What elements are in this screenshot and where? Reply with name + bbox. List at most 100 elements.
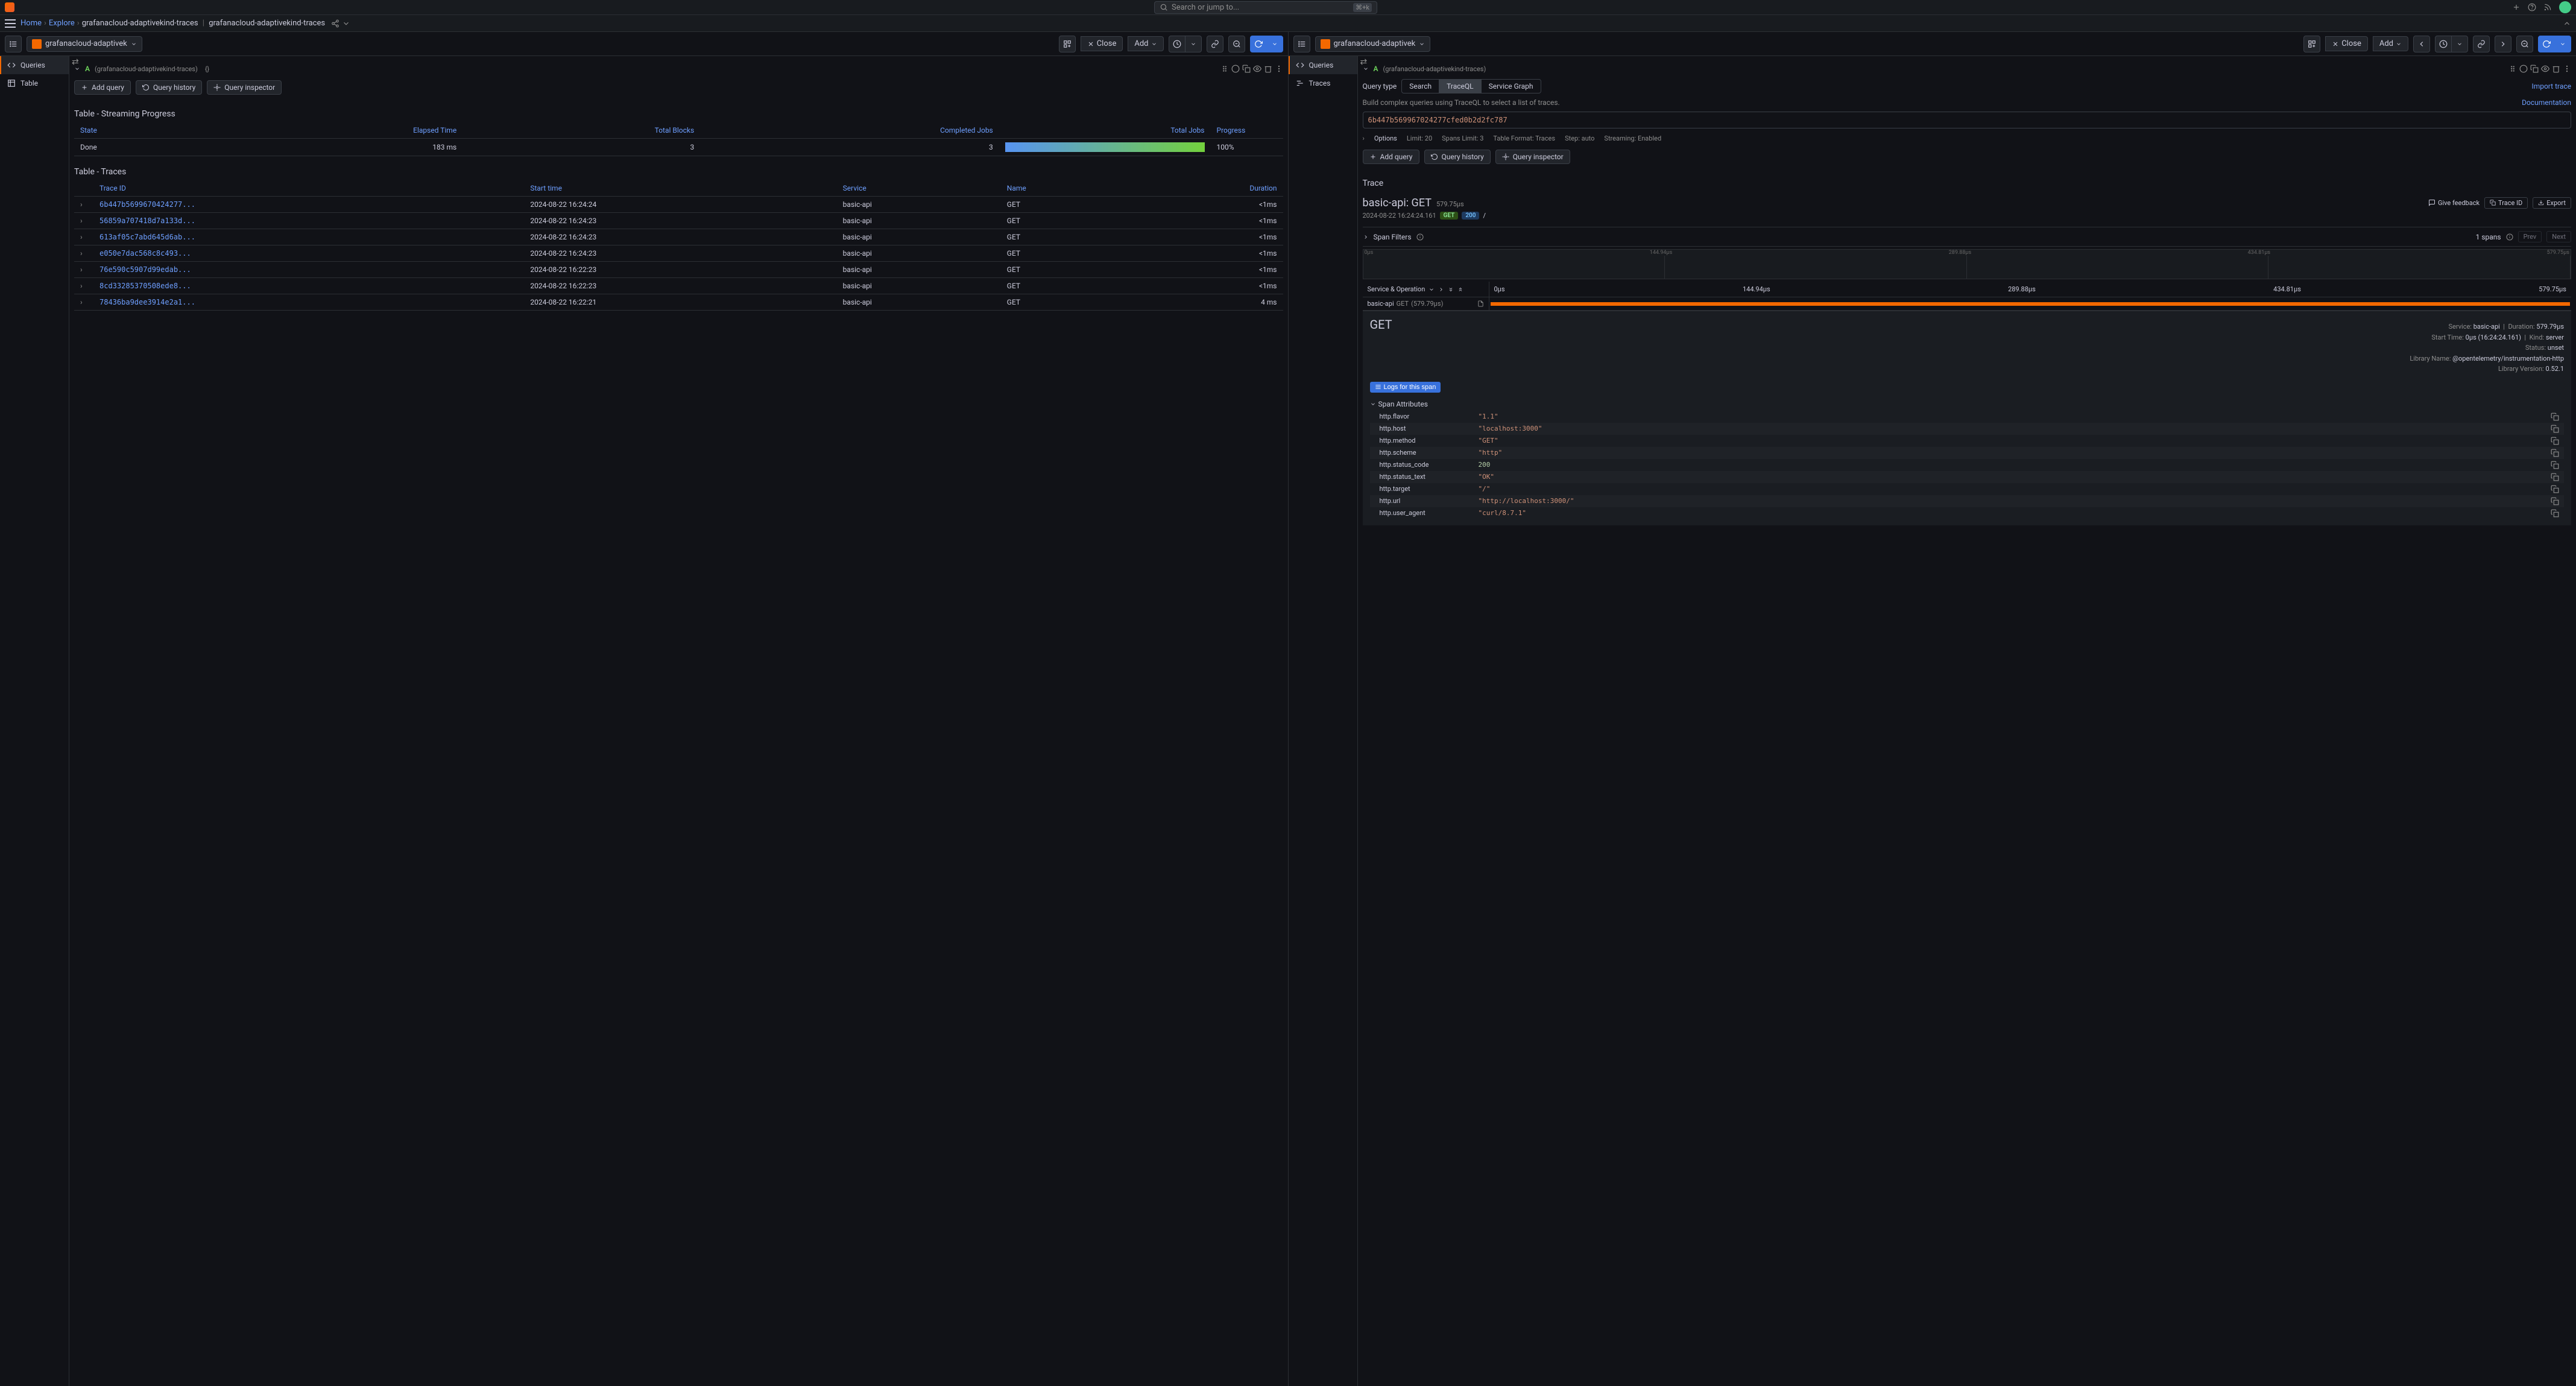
side-tab-traces[interactable]: Traces (1289, 74, 1357, 92)
nav-back-button[interactable] (2413, 36, 2430, 52)
add-query-button[interactable]: Add query (74, 80, 131, 95)
tab-traceql[interactable]: TraceQL (1439, 80, 1481, 93)
chevron-down-icon[interactable] (1428, 286, 1435, 293)
duplicate-icon[interactable] (2530, 65, 2539, 73)
chevron-right-icon[interactable]: › (1363, 134, 1365, 142)
expand-all-icon[interactable] (1448, 286, 1454, 293)
toggle-icon[interactable] (2519, 65, 2528, 73)
logs-for-span-button[interactable]: Logs for this span (1370, 382, 1441, 393)
chevron-up-icon[interactable] (2563, 19, 2571, 28)
trace-id-link[interactable]: 8cd33285370508ede8... (99, 282, 191, 290)
expand-row-icon[interactable]: › (80, 249, 87, 258)
news-icon[interactable] (2543, 3, 2552, 11)
time-picker-button[interactable] (1169, 36, 1185, 52)
run-query-button[interactable] (1250, 36, 1267, 52)
run-interval-dropdown[interactable] (1266, 36, 1283, 52)
add-pane-button[interactable]: Add (1128, 36, 1163, 51)
span-bar[interactable] (1491, 302, 2571, 306)
query-history-button[interactable]: Query history (136, 80, 202, 95)
trace-id-link[interactable]: 613af05c7abd645d6ab... (99, 233, 195, 241)
breadcrumb-explore[interactable]: Explore (49, 19, 75, 28)
trace-row[interactable]: › 6b447b5699670424277... 2024-08-22 16:2… (74, 197, 1283, 213)
expand-row-icon[interactable]: › (80, 233, 87, 241)
trace-row[interactable]: › 78436ba9dee3914e2a1... 2024-08-22 16:2… (74, 294, 1283, 311)
time-picker-button[interactable] (2435, 36, 2452, 52)
col-progress[interactable]: Progress (1211, 122, 1283, 139)
col-state[interactable]: State (74, 122, 207, 139)
trace-row[interactable]: › 8cd33285370508ede8... 2024-08-22 16:22… (74, 278, 1283, 294)
col-duration[interactable]: Duration (1126, 180, 1283, 197)
expand-row-icon[interactable]: › (80, 298, 87, 306)
trace-row[interactable]: › 613af05c7abd645d6ab... 2024-08-22 16:2… (74, 229, 1283, 245)
copy-icon[interactable] (2551, 473, 2559, 481)
trace-id-link[interactable]: 56859a707418d7a133d... (99, 217, 195, 225)
trash-icon[interactable] (1264, 65, 1272, 73)
side-tab-queries[interactable]: Queries (1289, 56, 1357, 74)
chevron-down-icon[interactable] (342, 19, 350, 28)
col-blocks[interactable]: Total Blocks (462, 122, 700, 139)
duplicate-icon[interactable] (1242, 65, 1251, 73)
traceql-input[interactable]: 6b447b569967024277cfed0b2d2fc787 (1363, 112, 2572, 128)
menu-toggle-icon[interactable] (5, 19, 16, 28)
documentation-link[interactable]: Documentation (2522, 98, 2571, 107)
trace-id-link[interactable]: 6b447b5699670424277... (99, 200, 195, 209)
share-icon[interactable] (331, 19, 339, 28)
options-label[interactable]: Options (1374, 134, 1397, 142)
col-trace-id[interactable]: Trace ID (93, 180, 524, 197)
help-icon[interactable] (2528, 3, 2536, 11)
copy-icon[interactable] (2551, 509, 2559, 517)
more-icon[interactable] (2563, 65, 2571, 73)
export-button[interactable]: Export (2533, 197, 2571, 209)
copy-link-button[interactable] (1207, 36, 1223, 52)
tab-search[interactable]: Search (1402, 80, 1439, 93)
col-name[interactable]: Name (1001, 180, 1126, 197)
eye-icon[interactable] (2541, 65, 2549, 73)
breadcrumb-home[interactable]: Home (21, 19, 42, 28)
chevron-right-icon[interactable] (1363, 234, 1369, 240)
col-service[interactable]: Service (837, 180, 1001, 197)
close-pane-button[interactable]: Close (2325, 36, 2368, 51)
expand-row-icon[interactable]: › (80, 282, 87, 290)
trace-id-button[interactable]: Trace ID (2484, 197, 2528, 209)
drag-handle-icon[interactable] (1220, 65, 1229, 73)
col-start-time[interactable]: Start time (524, 180, 836, 197)
more-icon[interactable] (1275, 65, 1283, 73)
trace-minimap[interactable]: 0µs144.94µs289.88µs434.81µs579.75µs (1363, 249, 2572, 279)
trace-row[interactable]: › 76e590c5907d99edab... 2024-08-22 16:22… (74, 262, 1283, 278)
time-picker-dropdown[interactable] (2451, 36, 2468, 52)
copy-icon[interactable] (2551, 437, 2559, 445)
expand-row-icon[interactable]: › (80, 265, 87, 274)
span-filters-label[interactable]: Span Filters (1374, 233, 1412, 241)
copy-icon[interactable] (2551, 485, 2559, 493)
tab-service-graph[interactable]: Service Graph (1482, 80, 1541, 93)
copy-icon[interactable] (2551, 413, 2559, 421)
import-trace-link[interactable]: Import trace (2531, 82, 2571, 90)
trace-row[interactable]: › e050e7dac568c8c493... 2024-08-22 16:24… (74, 245, 1283, 262)
eye-icon[interactable] (1253, 65, 1261, 73)
datasource-picker-right[interactable]: grafanacloud-adaptivek (1315, 36, 1431, 52)
query-inspector-button[interactable]: Query inspector (1495, 150, 1570, 164)
trace-id-link[interactable]: 76e590c5907d99edab... (99, 265, 191, 274)
toggle-icon[interactable] (1231, 65, 1240, 73)
copy-link-button[interactable] (2473, 36, 2490, 52)
collapse-all-icon[interactable] (1457, 286, 1463, 293)
add-to-dashboard-button[interactable] (2303, 36, 2320, 52)
datasource-picker-left[interactable]: grafanacloud-adaptivek (27, 36, 142, 52)
query-history-button[interactable]: Query history (1424, 150, 1491, 164)
add-query-button[interactable]: Add query (1363, 150, 1419, 164)
expand-row-icon[interactable]: › (80, 217, 87, 225)
query-inspector-button[interactable]: Query inspector (207, 80, 282, 95)
user-avatar[interactable] (2559, 1, 2571, 13)
close-pane-button[interactable]: Close (1081, 36, 1123, 51)
copy-icon[interactable] (2551, 497, 2559, 505)
col-elapsed[interactable]: Elapsed Time (207, 122, 462, 139)
copy-icon[interactable] (2551, 449, 2559, 457)
chevron-right-icon[interactable] (1438, 286, 1444, 293)
global-search-input[interactable]: Search or jump to... ⌘+k (1154, 1, 1377, 14)
zoom-out-button[interactable] (1228, 36, 1245, 52)
col-completed[interactable]: Completed Jobs (700, 122, 999, 139)
outline-toggle-button[interactable] (1293, 36, 1310, 52)
run-interval-dropdown[interactable] (2554, 36, 2571, 52)
add-to-dashboard-button[interactable] (1059, 36, 1076, 52)
trace-id-link[interactable]: 78436ba9dee3914e2a1... (99, 298, 195, 306)
